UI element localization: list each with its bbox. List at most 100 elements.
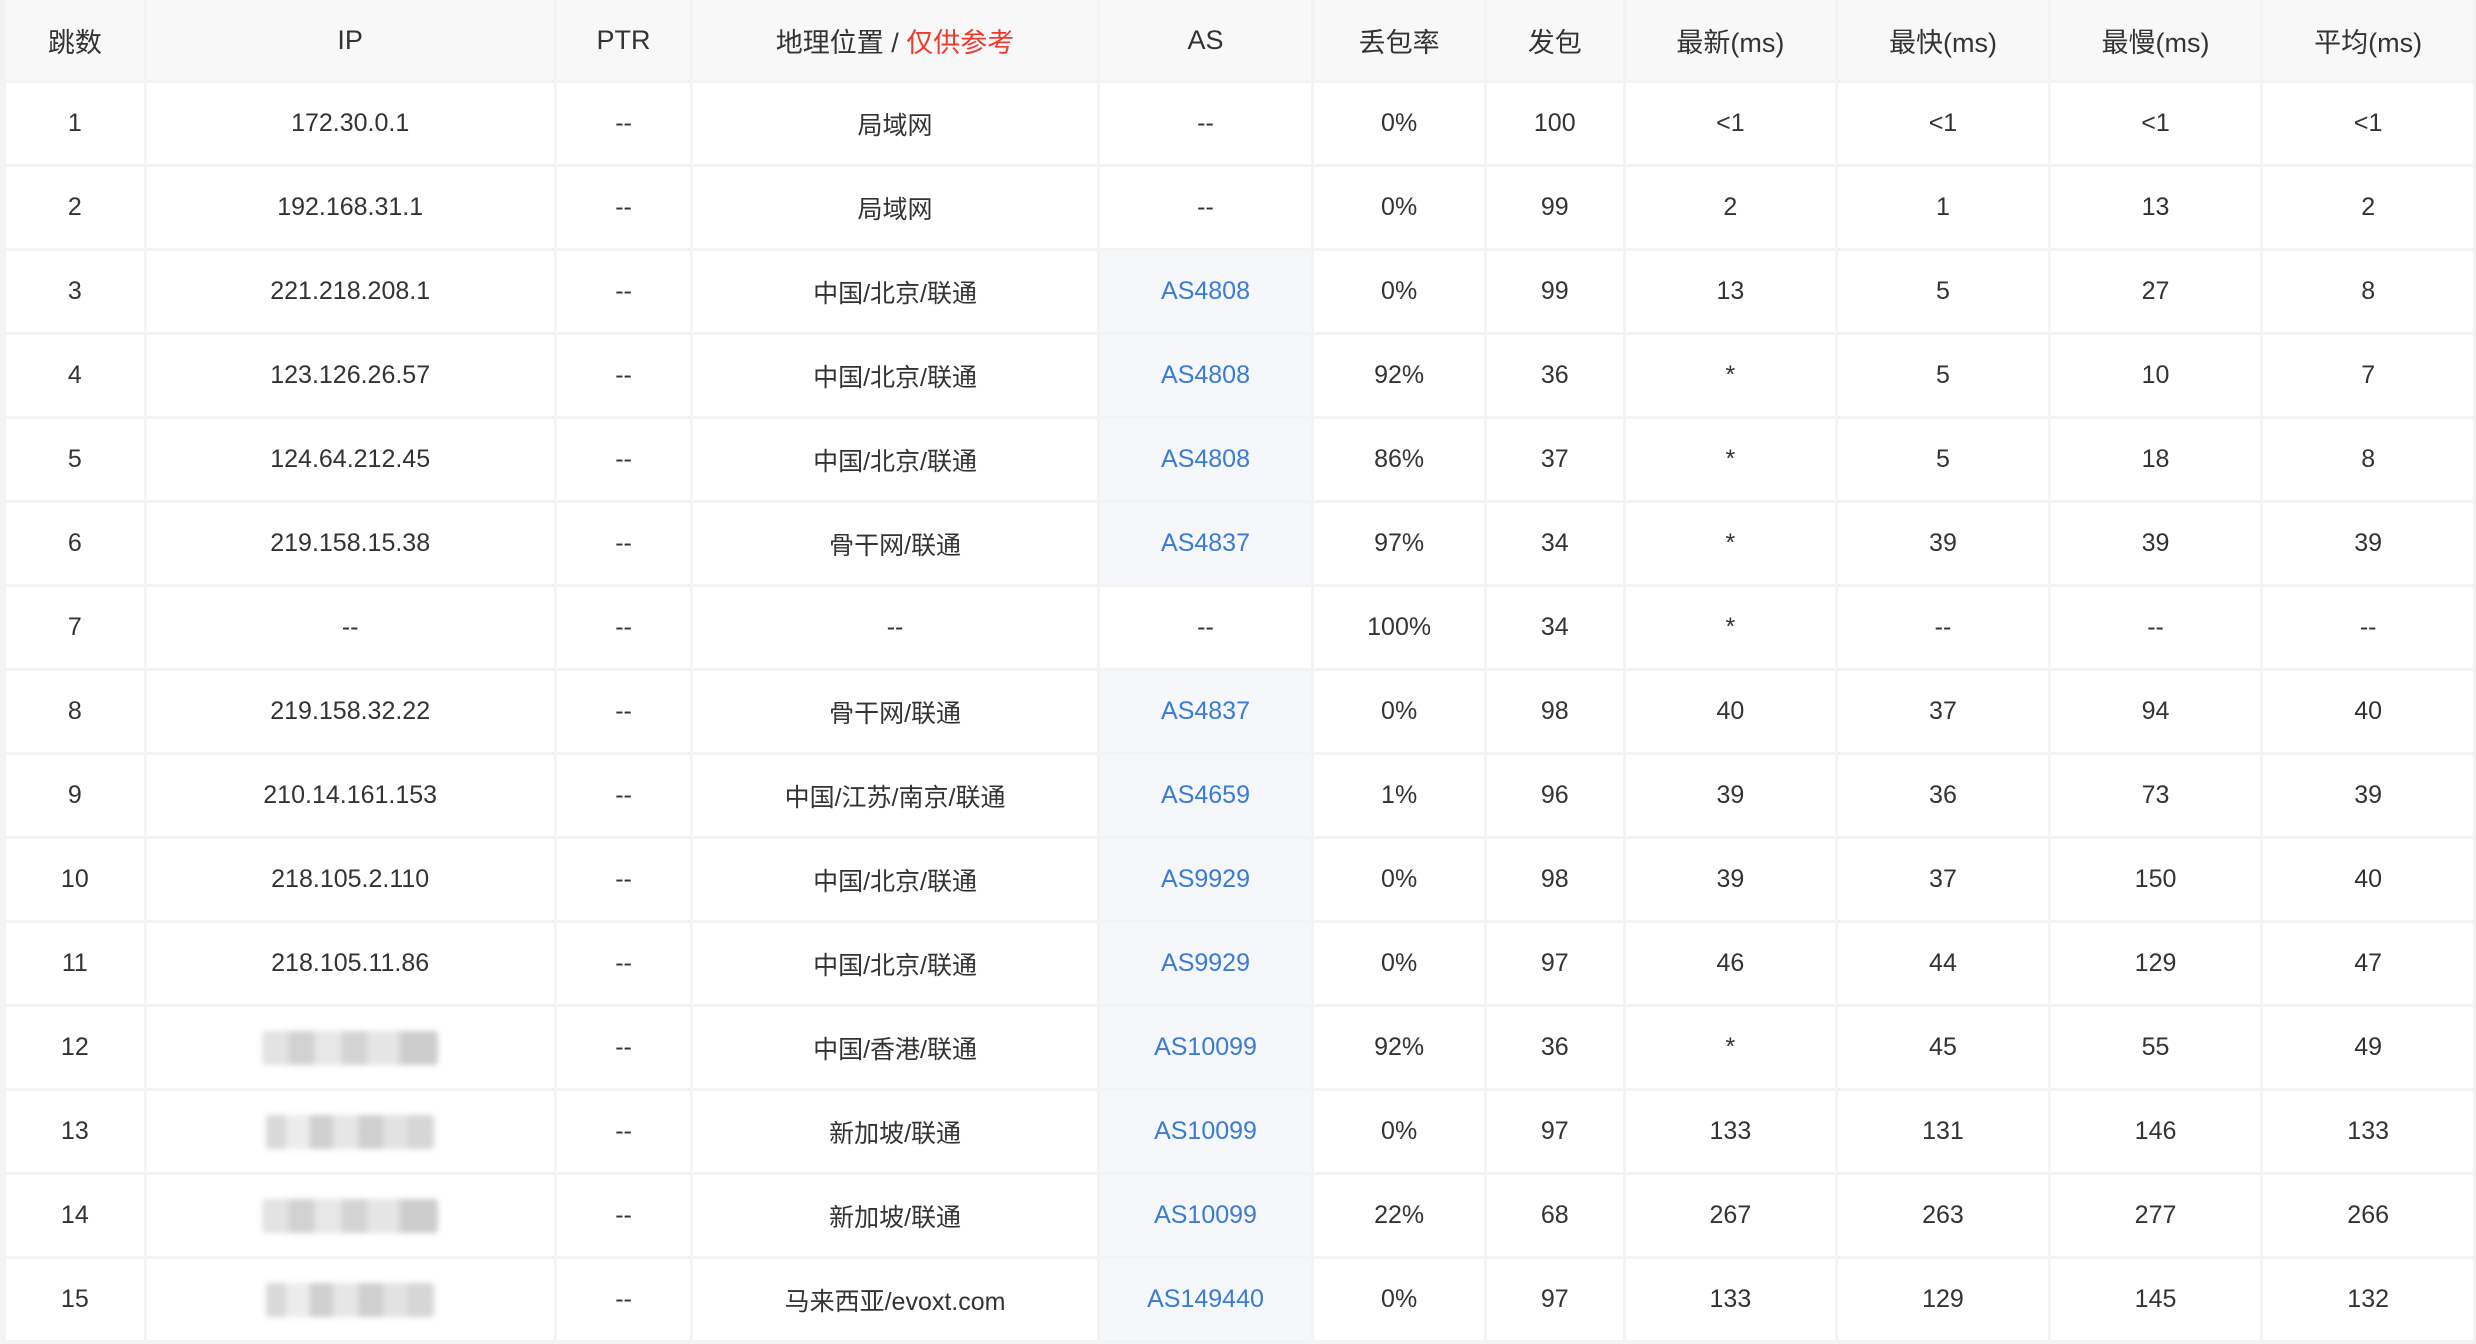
- loss-cell: 0%: [1314, 1259, 1484, 1340]
- hop-cell: 5: [6, 419, 144, 500]
- ptr-cell: --: [556, 167, 691, 248]
- header-geo: 地理位置 / 仅供参考: [693, 0, 1097, 80]
- as-link[interactable]: AS10099: [1154, 1201, 1257, 1229]
- geo-cell: --: [693, 587, 1097, 668]
- best-ms-cell: --: [1838, 587, 2048, 668]
- as-link[interactable]: AS4837: [1161, 697, 1250, 725]
- table-row: 5 124.64.212.45 -- 中国/北京/联通 AS4808 86% 37 * 5 18 8: [6, 419, 2473, 500]
- avg-ms-cell: 2: [2263, 167, 2473, 248]
- worst-ms-cell: 55: [2050, 1007, 2261, 1088]
- last-ms-cell: *: [1625, 335, 1836, 416]
- last-ms-cell: *: [1625, 587, 1836, 668]
- loss-cell: 0%: [1314, 839, 1484, 920]
- ptr-cell: --: [556, 671, 691, 752]
- sent-cell: 97: [1486, 1091, 1623, 1172]
- worst-ms-cell: 73: [2050, 755, 2261, 836]
- table-row: 8 219.158.32.22 -- 骨干网/联通 AS4837 0% 98 40 37 94 40: [6, 671, 2473, 752]
- as-link[interactable]: AS10099: [1154, 1117, 1257, 1145]
- hop-cell: 10: [6, 839, 144, 920]
- header-last: 最新(ms): [1625, 0, 1836, 80]
- hop-cell: 6: [6, 503, 144, 584]
- worst-ms-cell: 39: [2050, 503, 2261, 584]
- as-cell: --: [1099, 83, 1312, 164]
- hop-cell: 14: [6, 1175, 144, 1256]
- ip-cell: [146, 1259, 554, 1340]
- redacted-ip: [266, 1114, 435, 1149]
- geo-cell: 中国/江苏/南京/联通: [693, 755, 1097, 836]
- as-cell: AS10099: [1099, 1007, 1312, 1088]
- best-ms-cell: 37: [1838, 671, 2048, 752]
- sent-cell: 36: [1486, 1007, 1623, 1088]
- avg-ms-cell: 47: [2263, 923, 2473, 1004]
- traceroute-results-panel: 跳数 IP PTR 地理位置 / 仅供参考 AS 丢包率 发包 最新(ms) 最…: [0, 0, 2476, 1344]
- best-ms-cell: 263: [1838, 1175, 2048, 1256]
- table-row: 10 218.105.2.110 -- 中国/北京/联通 AS9929 0% 98 39 37 1…: [6, 839, 2473, 920]
- sent-cell: 34: [1486, 587, 1623, 668]
- sent-cell: 96: [1486, 755, 1623, 836]
- ptr-cell: --: [556, 503, 691, 584]
- table-row: 4 123.126.26.57 -- 中国/北京/联通 AS4808 92% 36 * 5 10 7: [6, 335, 2473, 416]
- worst-ms-cell: 145: [2050, 1259, 2261, 1340]
- ip-cell: [146, 1175, 554, 1256]
- loss-cell: 100%: [1314, 587, 1484, 668]
- geo-cell: 中国/北京/联通: [693, 923, 1097, 1004]
- ip-cell: 123.126.26.57: [146, 335, 554, 416]
- loss-cell: 0%: [1314, 923, 1484, 1004]
- worst-ms-cell: 277: [2050, 1175, 2261, 1256]
- geo-cell: 骨干网/联通: [693, 671, 1097, 752]
- loss-cell: 0%: [1314, 1091, 1484, 1172]
- header-sent: 发包: [1486, 0, 1623, 80]
- ptr-cell: --: [556, 923, 691, 1004]
- table-row: 3 221.218.208.1 -- 中国/北京/联通 AS4808 0% 99 13 5 27 8: [6, 251, 2473, 332]
- sent-cell: 36: [1486, 335, 1623, 416]
- ptr-cell: --: [556, 83, 691, 164]
- as-link[interactable]: AS4808: [1161, 445, 1250, 473]
- worst-ms-cell: <1: [2050, 83, 2261, 164]
- ptr-cell: --: [556, 335, 691, 416]
- geo-cell: 中国/北京/联通: [693, 251, 1097, 332]
- avg-ms-cell: <1: [2263, 83, 2473, 164]
- as-cell: AS4808: [1099, 419, 1312, 500]
- as-link[interactable]: AS10099: [1154, 1033, 1257, 1061]
- as-link[interactable]: AS9929: [1161, 949, 1250, 977]
- geo-cell: 局域网: [693, 167, 1097, 248]
- header-geo-note: 仅供参考: [906, 27, 1015, 58]
- last-ms-cell: <1: [1625, 83, 1836, 164]
- as-link[interactable]: AS4808: [1161, 361, 1250, 389]
- geo-cell: 中国/北京/联通: [693, 335, 1097, 416]
- ptr-cell: --: [556, 419, 691, 500]
- as-link[interactable]: AS4808: [1161, 277, 1250, 305]
- sent-cell: 37: [1486, 419, 1623, 500]
- as-cell: AS10099: [1099, 1175, 1312, 1256]
- as-link[interactable]: AS9929: [1161, 865, 1250, 893]
- last-ms-cell: 39: [1625, 755, 1836, 836]
- worst-ms-cell: 18: [2050, 419, 2261, 500]
- as-link[interactable]: AS149440: [1147, 1285, 1264, 1313]
- geo-cell: 局域网: [693, 83, 1097, 164]
- header-ip: IP: [146, 0, 554, 80]
- header-geo-separator: /: [883, 27, 907, 58]
- header-best: 最快(ms): [1838, 0, 2048, 80]
- as-cell: AS4837: [1099, 671, 1312, 752]
- geo-cell: 中国/香港/联通: [693, 1007, 1097, 1088]
- header-hop: 跳数: [6, 0, 144, 80]
- ptr-cell: --: [556, 839, 691, 920]
- worst-ms-cell: 10: [2050, 335, 2261, 416]
- sent-cell: 98: [1486, 839, 1623, 920]
- as-cell: AS4808: [1099, 251, 1312, 332]
- as-link[interactable]: AS4659: [1161, 781, 1250, 809]
- geo-cell: 新加坡/联通: [693, 1175, 1097, 1256]
- as-link[interactable]: AS4837: [1161, 529, 1250, 557]
- loss-cell: 0%: [1314, 83, 1484, 164]
- table-row: 14 -- 新加坡/联通 AS10099 22% 68 267 263 277 266: [6, 1175, 2473, 1256]
- loss-cell: 22%: [1314, 1175, 1484, 1256]
- worst-ms-cell: 94: [2050, 671, 2261, 752]
- best-ms-cell: 45: [1838, 1007, 2048, 1088]
- avg-ms-cell: 132: [2263, 1259, 2473, 1340]
- ip-cell: 219.158.15.38: [146, 503, 554, 584]
- ptr-cell: --: [556, 1007, 691, 1088]
- worst-ms-cell: 150: [2050, 839, 2261, 920]
- loss-cell: 86%: [1314, 419, 1484, 500]
- sent-cell: 97: [1486, 1259, 1623, 1340]
- header-avg: 平均(ms): [2263, 0, 2473, 80]
